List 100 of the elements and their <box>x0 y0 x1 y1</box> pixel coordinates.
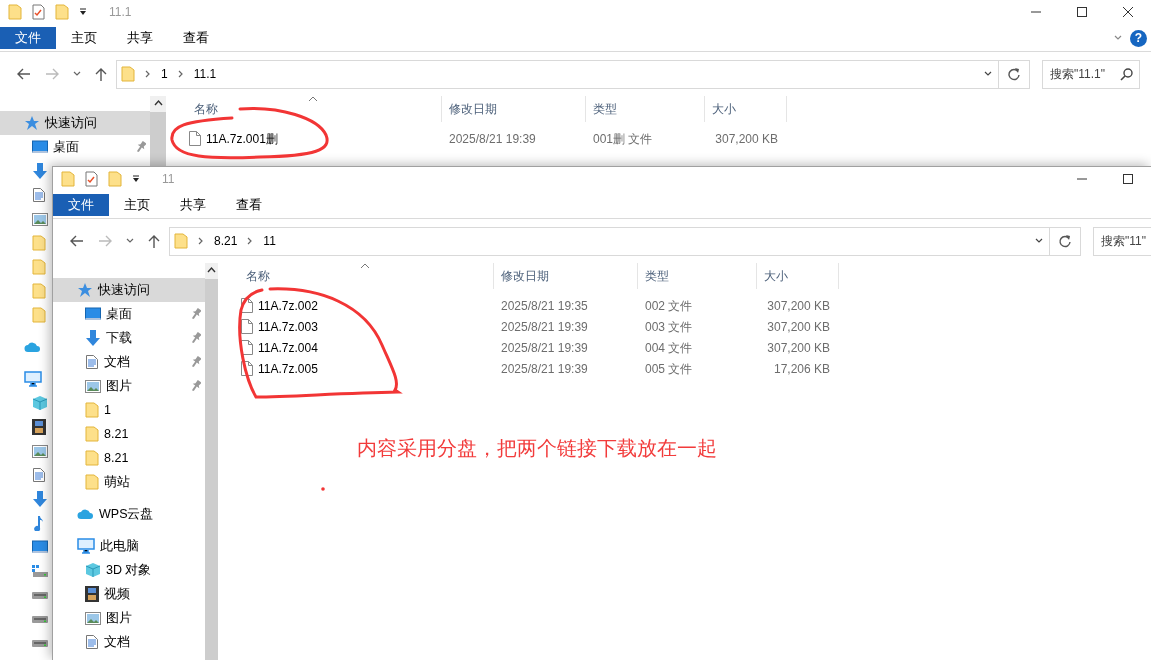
breadcrumb-item[interactable]: 11 <box>263 232 276 250</box>
nav-item[interactable]: 文档 <box>53 630 205 654</box>
folder-icon <box>85 402 99 418</box>
nav-item[interactable]: 3D 对象 <box>53 558 205 582</box>
annotation-dot <box>321 487 325 491</box>
scrollbar-thumb[interactable] <box>150 112 166 166</box>
column-header[interactable]: 大小 <box>705 96 787 122</box>
search-field[interactable]: 搜索"11.1" <box>1042 59 1140 89</box>
dropdown-chevron-icon[interactable] <box>1035 237 1043 245</box>
drive-icon <box>32 639 48 647</box>
file-size: 307,200 KB <box>766 297 831 315</box>
folder-icon <box>85 426 99 442</box>
breadcrumb-item[interactable]: 11.1 <box>193 65 217 83</box>
file-name[interactable]: 11A.7z.001删 <box>206 129 278 148</box>
nav-item[interactable]: 快速访问 <box>0 111 150 135</box>
file-icon <box>241 298 253 313</box>
column-header[interactable]: 修改日期 <box>494 263 638 289</box>
ribbon-tab[interactable]: 主页 <box>109 194 165 216</box>
folder-icon <box>32 307 46 323</box>
ribbon-tab[interactable]: 文件 <box>53 194 109 216</box>
column-header[interactable]: 名称 <box>166 96 442 122</box>
refresh-button[interactable] <box>1050 226 1081 256</box>
modified-date: 2025/8/21 19:35 <box>500 297 589 315</box>
refresh-icon <box>1007 67 1021 81</box>
picture-icon <box>85 379 101 393</box>
file-name[interactable]: 11A.7z.002 <box>258 296 318 315</box>
nav-item[interactable]: 萌站 <box>53 470 205 494</box>
address-bar[interactable]: 1 11.1 <box>116 59 999 89</box>
film-icon <box>32 419 46 435</box>
ribbon-tab[interactable]: 文件 <box>0 27 56 49</box>
file-name[interactable]: 11A.7z.003 <box>258 317 318 336</box>
window-title: 11 <box>162 171 175 188</box>
down-arrow-icon <box>32 491 48 507</box>
computer-icon <box>77 538 95 554</box>
file-icon <box>241 361 253 376</box>
ribbon-tab[interactable]: 共享 <box>165 194 221 216</box>
checklist-icon <box>32 4 45 20</box>
modified-date: 2025/8/21 19:39 <box>500 360 589 378</box>
file-size: 307,200 KB <box>714 130 779 148</box>
window-title: 11.1 <box>109 4 132 21</box>
file-size: 307,200 KB <box>766 339 831 357</box>
folder-icon <box>8 4 22 20</box>
address-bar[interactable]: 8.21 11 <box>169 226 1050 256</box>
folder-icon <box>32 283 46 299</box>
monitor-icon <box>32 540 48 554</box>
breadcrumb-separator-icon <box>144 70 152 78</box>
breadcrumb-item[interactable]: 1 <box>161 65 168 83</box>
star-icon <box>77 282 93 298</box>
file-icon <box>189 131 201 146</box>
modified-date: 2025/8/21 19:39 <box>448 130 537 148</box>
nav-item[interactable]: 文档 <box>53 350 205 374</box>
nav-item[interactable]: 桌面 <box>53 302 205 326</box>
folder-icon <box>32 259 46 275</box>
drive-icon <box>32 591 48 599</box>
modified-date: 2025/8/21 19:39 <box>500 339 589 357</box>
nav-item[interactable]: 此电脑 <box>53 534 205 558</box>
monitor-icon <box>32 140 48 154</box>
nav-item[interactable]: 桌面 <box>0 135 150 159</box>
scrollbar[interactable] <box>150 96 166 166</box>
file-size: 17,206 KB <box>772 360 831 378</box>
nav-item[interactable]: 1 <box>53 398 205 422</box>
ribbon-tab[interactable]: 查看 <box>221 194 277 216</box>
ribbon-tab[interactable]: 查看 <box>168 27 224 49</box>
search-field[interactable]: 搜索"11" <box>1093 226 1151 256</box>
nav-item[interactable]: 视频 <box>53 582 205 606</box>
nav-item[interactable]: 下载 <box>53 326 205 350</box>
nav-item[interactable]: 快速访问 <box>53 278 205 302</box>
drive-icon <box>32 565 48 577</box>
column-header[interactable]: 名称 <box>218 263 494 289</box>
down-arrow-icon <box>32 163 48 179</box>
breadcrumb-item[interactable]: 8.21 <box>214 232 238 250</box>
document-icon <box>85 354 99 370</box>
picture-icon <box>32 212 48 226</box>
nav-item[interactable]: 图片 <box>53 374 205 398</box>
refresh-button[interactable] <box>999 59 1030 89</box>
file-type: 003 文件 <box>644 318 694 336</box>
refresh-icon <box>1058 234 1072 248</box>
ribbon-tab[interactable]: 共享 <box>112 27 168 49</box>
file-type: 002 文件 <box>644 297 694 315</box>
column-header[interactable]: 类型 <box>638 263 757 289</box>
dropdown-icon <box>79 8 87 16</box>
nav-item[interactable]: 8.21 <box>53 422 205 446</box>
film-icon <box>85 586 99 602</box>
folder-icon <box>85 474 99 490</box>
ribbon-tab[interactable]: 主页 <box>56 27 112 49</box>
close-icon <box>1123 7 1133 17</box>
document-icon <box>85 634 99 650</box>
file-name[interactable]: 11A.7z.004 <box>258 338 318 357</box>
column-header[interactable]: 修改日期 <box>442 96 586 122</box>
file-name[interactable]: 11A.7z.005 <box>258 359 318 378</box>
help-button[interactable]: ? <box>1130 29 1147 47</box>
nav-item[interactable]: 图片 <box>53 606 205 630</box>
nav-item[interactable]: 8.21 <box>53 446 205 470</box>
star-icon <box>24 115 40 131</box>
dropdown-chevron-icon[interactable] <box>984 70 992 78</box>
column-header[interactable]: 大小 <box>757 263 839 289</box>
column-header[interactable]: 类型 <box>586 96 705 122</box>
picture-icon <box>85 611 101 625</box>
computer-icon <box>24 371 42 387</box>
nav-item[interactable]: WPS云盘 <box>53 502 205 526</box>
